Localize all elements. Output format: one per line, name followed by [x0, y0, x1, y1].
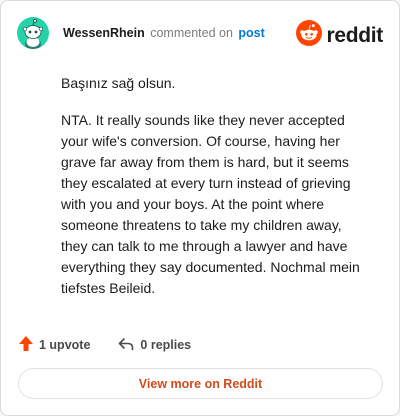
- reddit-logo-icon: [296, 20, 323, 51]
- comment-footer: 1 upvote 0 replies: [18, 335, 191, 355]
- comment-header: WessenRhein commented on post reddit: [17, 17, 383, 49]
- replies-control[interactable]: 0 replies: [118, 337, 191, 354]
- upvote-arrow-icon[interactable]: [18, 335, 34, 355]
- upvote-count: 1 upvote: [39, 338, 91, 352]
- view-more-button[interactable]: View more on Reddit: [18, 368, 383, 399]
- snoo-avatar-icon[interactable]: [17, 17, 49, 49]
- upvote-control[interactable]: 1 upvote: [18, 335, 90, 355]
- username-link[interactable]: WessenRhein: [63, 26, 145, 40]
- comment-body: Başınız sağ olsun. NTA. It really sounds…: [61, 73, 371, 315]
- reply-arrow-icon: [118, 337, 134, 354]
- reddit-wordmark: reddit: [326, 23, 383, 47]
- reddit-brand-link[interactable]: reddit: [296, 20, 383, 51]
- byline-verb: commented on: [150, 26, 233, 40]
- comment-paragraph: NTA. It really sounds like they never ac…: [61, 112, 360, 296]
- embedded-comment-card: WessenRhein commented on post reddit Baş…: [0, 0, 400, 416]
- post-link[interactable]: post: [238, 26, 264, 40]
- comment-byline: WessenRhein commented on post: [63, 26, 265, 40]
- comment-paragraph: Başınız sağ olsun.: [61, 75, 176, 91]
- reply-count: 0 replies: [140, 338, 192, 352]
